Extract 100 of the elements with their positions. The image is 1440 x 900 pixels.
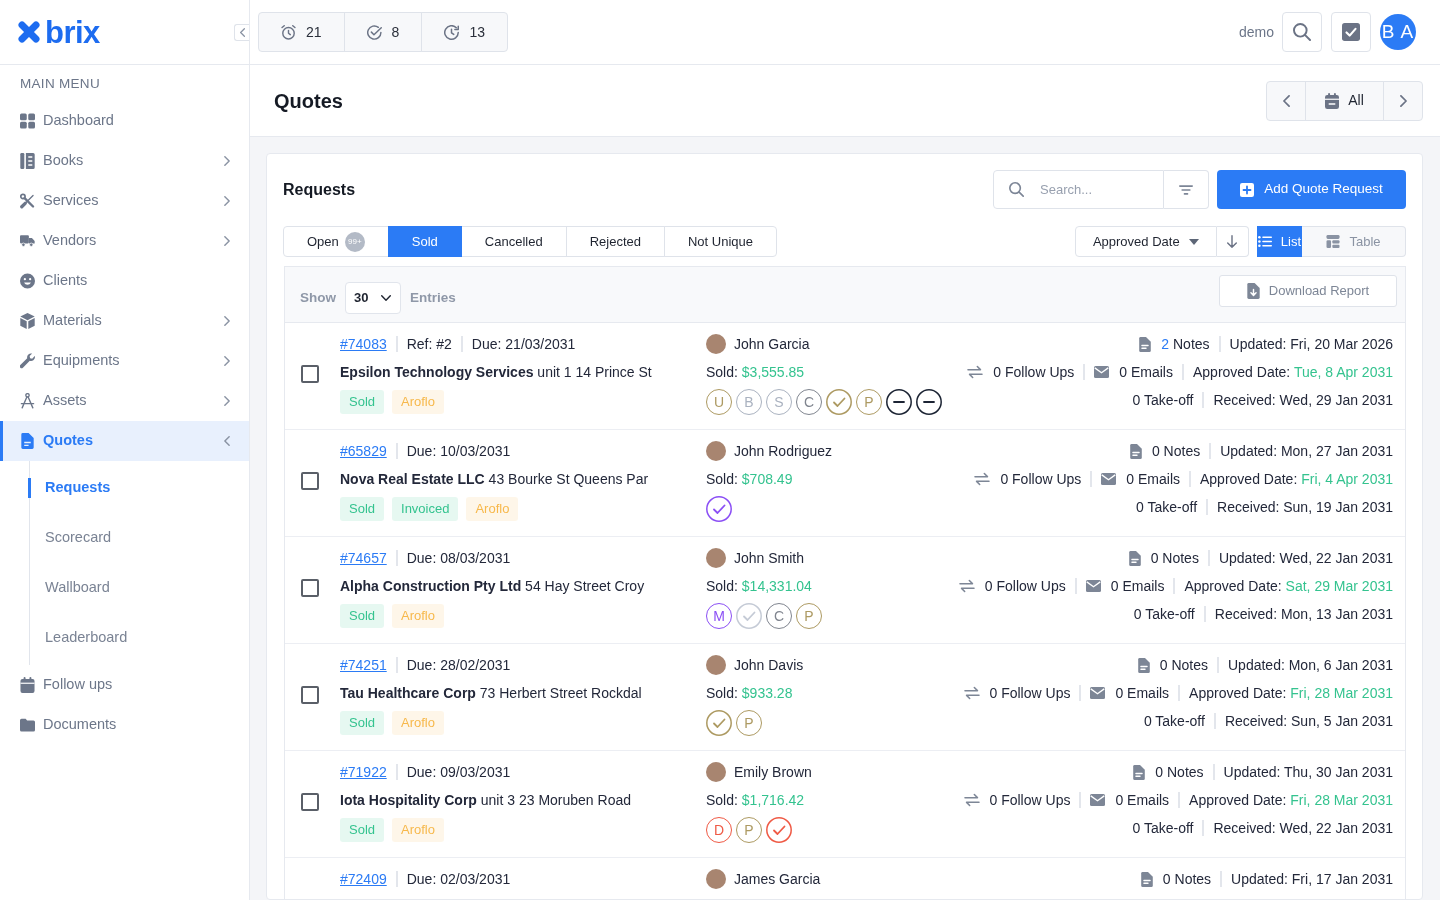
avatar-photo [706, 655, 726, 675]
row-checkbox[interactable] [301, 365, 319, 383]
approved-date-text: Approved Date: Sat, 29 Mar 2031 [1184, 576, 1393, 596]
notes-text[interactable]: 2 Notes [1161, 333, 1210, 355]
mail-icon [1101, 473, 1117, 485]
folder-icon [20, 717, 35, 733]
download-report-button[interactable]: Download Report [1219, 275, 1397, 307]
filter-button[interactable] [1164, 170, 1209, 209]
emails-text: 0 Emails [1115, 683, 1170, 703]
takeoff-text: 0 Take-off [1132, 390, 1194, 410]
client-address-text: Epsilon Technology Services unit 1 14 Prince St [340, 362, 652, 382]
sort-dropdown[interactable]: Approved Date [1074, 226, 1217, 257]
quote-number-link[interactable]: #72409 [340, 868, 387, 890]
chevron-left-icon [239, 27, 245, 37]
notes-text[interactable]: 0 Notes [1162, 868, 1212, 890]
clock-icon [444, 24, 460, 40]
client-address-text: Iota Hospitality Corp unit 3 23 Moruben Road [340, 790, 631, 810]
submenu-item[interactable]: Requests [30, 463, 249, 513]
row-checkbox[interactable] [301, 793, 319, 811]
submenu-item[interactable]: Wallboard [30, 563, 249, 613]
sidebar-item[interactable]: Quotes [0, 421, 249, 461]
avatar-photo [706, 334, 726, 354]
quote-number-link[interactable]: #71922 [340, 761, 387, 783]
status-tag: Aroflo [392, 604, 444, 628]
repeat-icon [974, 472, 991, 486]
repeat-icon [967, 365, 984, 379]
file-download-icon [1246, 283, 1260, 299]
status-tag: Aroflo [392, 818, 444, 842]
sidebar-item[interactable]: Assets [0, 381, 249, 421]
quote-number-link[interactable]: #65829 [340, 440, 387, 462]
counter-button[interactable]: 21 [258, 12, 345, 52]
emails-text: 0 Emails [1126, 469, 1180, 489]
sidebar-item[interactable]: Follow ups [0, 665, 249, 705]
approved-date-text: Approved Date: Tue, 8 Apr 2031 [1192, 362, 1393, 382]
calendar-icon [20, 677, 35, 693]
counter-button[interactable]: 8 [343, 12, 423, 52]
collapse-button[interactable] [234, 23, 249, 41]
updated-date-text: Updated: Thu, 30 Jan 2031 [1223, 762, 1393, 782]
file-icon [1128, 550, 1141, 566]
add-quote-request-button[interactable]: Add Quote Request [1217, 170, 1406, 209]
file-icon [1140, 871, 1153, 887]
sidebar-item[interactable]: Materials [0, 301, 249, 341]
follow-ups-text: 0 Follow Ups [989, 790, 1071, 810]
quote-number-link[interactable]: #74083 [340, 333, 387, 355]
view-tab[interactable]: Table [1302, 226, 1406, 257]
tasks-button[interactable] [1331, 12, 1371, 52]
status-tab[interactable]: Open 99+ [283, 226, 389, 257]
search-field[interactable]: Search... [993, 170, 1164, 209]
row-checkbox[interactable] [301, 686, 319, 704]
quote-number-link[interactable]: #74251 [340, 654, 387, 676]
emails-text: 0 Emails [1115, 790, 1170, 810]
status-tab[interactable]: Cancelled [460, 226, 567, 257]
sidebar-item[interactable]: Documents [0, 705, 249, 745]
notes-text[interactable]: 0 Notes [1159, 654, 1208, 676]
quote-number-link[interactable]: #74657 [340, 547, 387, 569]
counter-button[interactable]: 13 [421, 12, 508, 52]
reference-text: Ref: #2 [406, 334, 452, 354]
sidebar-item[interactable]: Vendors [0, 221, 249, 261]
updated-date-text: Updated: Fri, 20 Mar 2026 [1229, 334, 1393, 354]
notes-text[interactable]: 0 Notes [1155, 761, 1204, 783]
chevron-down-icon [381, 295, 391, 301]
brand-name: brix [45, 16, 100, 48]
submenu-item[interactable]: Scorecard [30, 513, 249, 563]
received-date-text: Received: Sun, 19 Jan 2031 [1217, 497, 1393, 517]
view-tab[interactable]: List [1256, 226, 1302, 257]
compass-icon [20, 393, 35, 409]
row-checkbox[interactable] [301, 579, 319, 597]
received-date-text: Received: Wed, 22 Jan 2031 [1213, 818, 1393, 838]
page-title: Quotes [274, 88, 343, 113]
sidebar-item[interactable]: Clients [0, 261, 249, 301]
contact-name: John Davis [734, 655, 804, 675]
sidebar-item[interactable]: Dashboard [0, 101, 249, 141]
notes-text[interactable]: 0 Notes [1151, 440, 1201, 462]
contact-name: James Garcia [734, 869, 821, 889]
notes-text[interactable]: 0 Notes [1150, 547, 1199, 569]
period-button[interactable]: All [1305, 80, 1384, 121]
row-checkbox[interactable] [301, 472, 319, 490]
sidebar-item[interactable]: Services [0, 181, 249, 221]
menu-heading: MAIN MENU [19, 75, 101, 93]
sidebar-item[interactable]: Equipments [0, 341, 249, 381]
sidebar-item[interactable]: Books [0, 141, 249, 181]
file-icon [1137, 657, 1150, 673]
alarm-clock-icon [281, 24, 296, 40]
repeat-icon [963, 686, 980, 700]
user-avatar[interactable]: B A [1380, 14, 1416, 50]
truck-icon [20, 233, 35, 249]
contact-name: John Rodriguez [734, 441, 833, 461]
updated-date-text: Updated: Mon, 27 Jan 2031 [1220, 441, 1393, 461]
calendar-icon [1325, 92, 1340, 109]
file-icon [1133, 764, 1146, 780]
status-tab[interactable]: Rejected [565, 226, 665, 257]
username-text: demo [1238, 22, 1274, 42]
sort-direction-button[interactable] [1216, 226, 1249, 257]
status-tag: Sold [340, 604, 385, 628]
submenu-item[interactable]: Leaderboard [30, 613, 249, 663]
show-label: Show [300, 288, 336, 307]
search-button[interactable] [1282, 12, 1322, 52]
status-tab[interactable]: Sold [387, 226, 462, 257]
status-tab[interactable]: Not Unique [664, 226, 778, 257]
page-size-select[interactable]: 30 [345, 282, 401, 314]
